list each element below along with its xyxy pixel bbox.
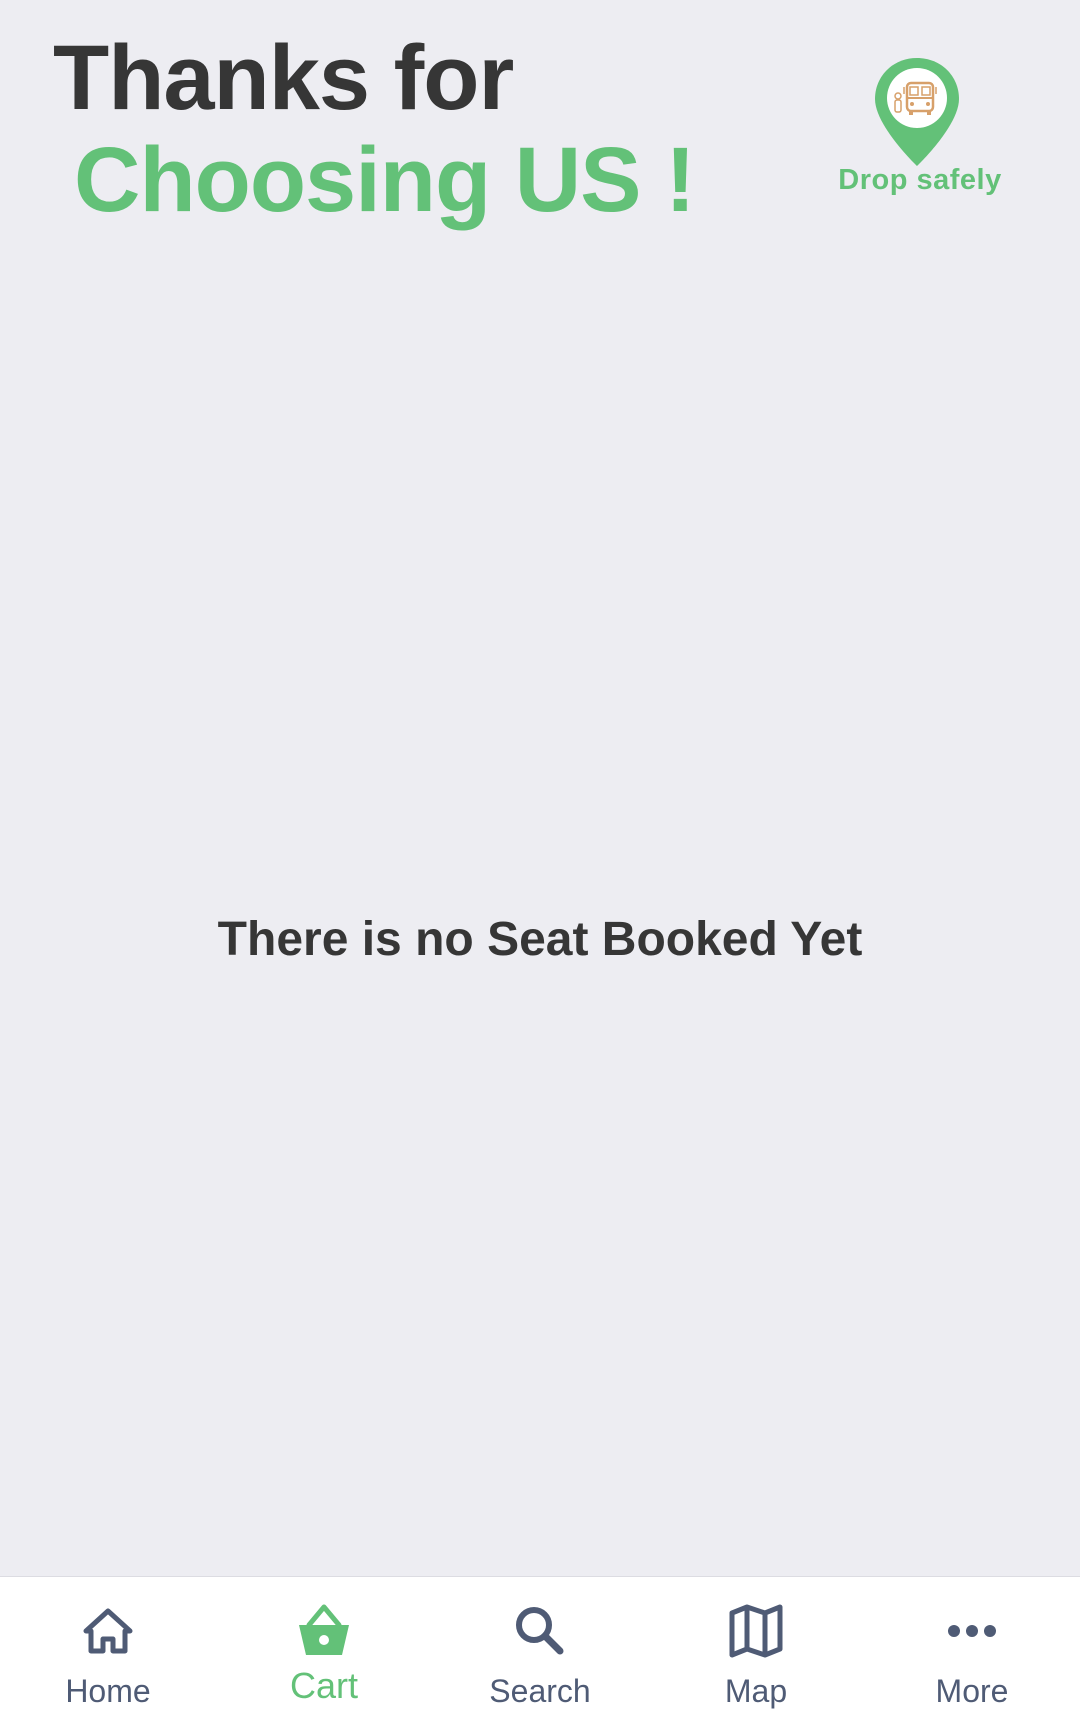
empty-state-message: There is no Seat Booked Yet [217, 913, 863, 966]
screen: Thanks for Choosing US ! Drop safely The… [0, 0, 1080, 1718]
map-icon [729, 1604, 783, 1658]
home-icon [83, 1608, 133, 1654]
nav-label-cart: Cart [289, 1665, 358, 1706]
nav-item-home[interactable]: Home [0, 1577, 216, 1718]
title-line2: Choosing US ! [74, 129, 696, 231]
nav-label-map: Map [724, 1673, 788, 1709]
nav-label-home: Home [65, 1673, 151, 1709]
nav-label-more: More [935, 1673, 1009, 1709]
nav-item-map[interactable]: Map [648, 1577, 864, 1718]
app-logo: Drop safely [836, 56, 1004, 206]
header: Thanks for Choosing US ! Drop safely [0, 0, 1080, 260]
title-line1: Thanks for [53, 27, 514, 129]
search-icon [516, 1607, 564, 1655]
nav-item-cart[interactable]: Cart [216, 1577, 432, 1718]
nav-label-search: Search [489, 1673, 591, 1709]
nav-item-more[interactable]: More [864, 1577, 1080, 1718]
nav-item-search[interactable]: Search [432, 1577, 648, 1718]
logo-text: Drop safely [838, 164, 1002, 196]
bus-location-pin-icon [875, 58, 959, 166]
more-dots-icon [948, 1625, 996, 1637]
bottom-navigation-bar: Home Cart Search Map More [0, 1576, 1080, 1718]
basket-icon [299, 1604, 349, 1655]
